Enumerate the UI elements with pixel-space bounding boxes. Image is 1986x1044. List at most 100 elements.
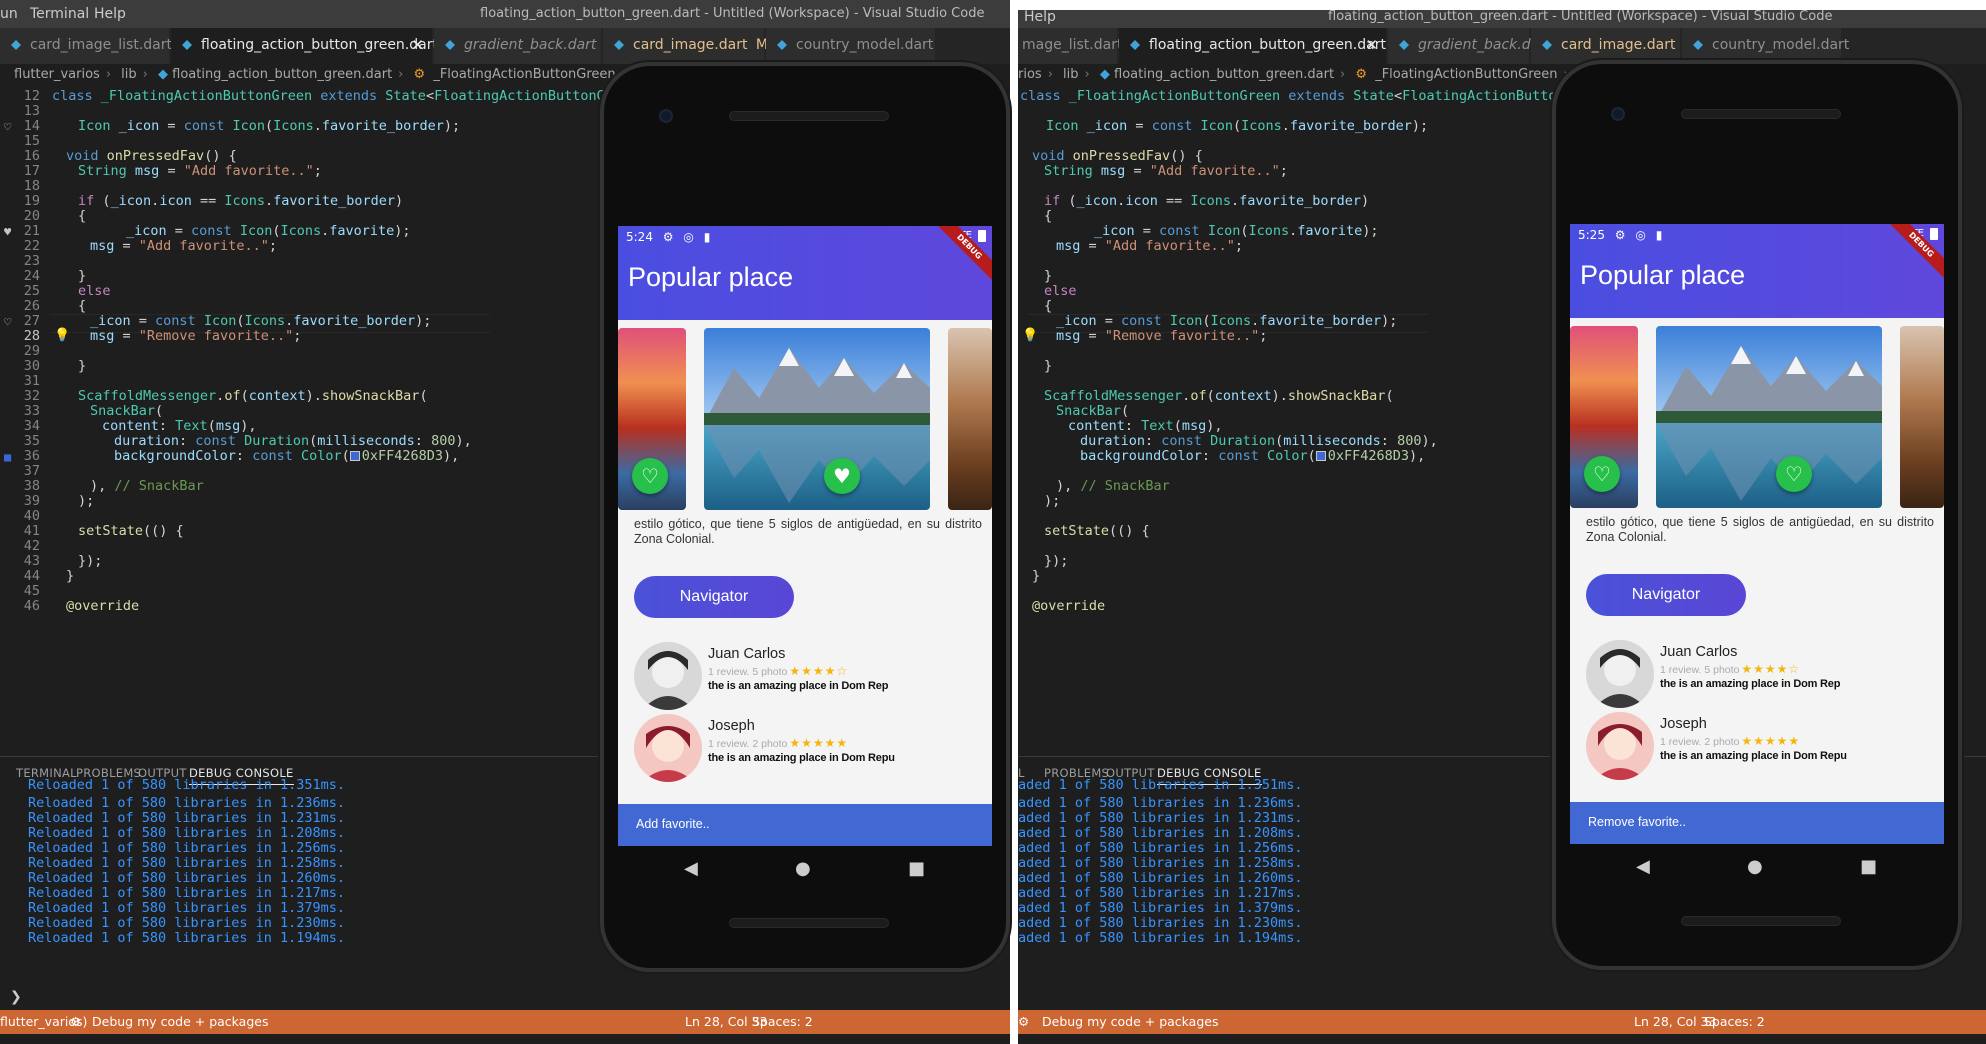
reviewer-name: Joseph bbox=[708, 718, 755, 734]
favorite-fab-button[interactable]: ♡ bbox=[1776, 456, 1812, 492]
home-icon[interactable]: ● bbox=[1747, 856, 1763, 877]
debug-icon: ⚙ bbox=[70, 1014, 82, 1029]
tab-floating-action-button-green[interactable]: floating_action_button_green.dart U ✕ bbox=[171, 28, 457, 64]
console-line: aded 1 of 580 libraries in 1.236ms. bbox=[1018, 795, 1303, 811]
settings-icon: ⚙ bbox=[662, 230, 674, 244]
console-line: aded 1 of 580 libraries in 1.231ms. bbox=[1018, 810, 1303, 826]
sd-card-icon: ▮ bbox=[703, 230, 711, 244]
review-meta: 1 review. 5 photo ★★★★☆ bbox=[1660, 662, 1801, 676]
console-line: Reloaded 1 of 580 libraries in 1.217ms. bbox=[28, 885, 345, 901]
favorite-fab-button[interactable]: ♡ bbox=[632, 458, 668, 494]
tab-card-image-list[interactable]: mage_list.dart bbox=[1018, 28, 1122, 64]
console-line: Reloaded 1 of 580 libraries in 1.230ms. bbox=[28, 915, 345, 931]
page-title: Popular place bbox=[1580, 260, 1746, 290]
favorite-fab-button[interactable]: ♡ bbox=[1584, 456, 1620, 492]
console-line: aded 1 of 580 libraries in 1.208ms. bbox=[1018, 825, 1303, 841]
breadcrumb-class[interactable]: _FloatingActionButtonGreen bbox=[433, 67, 615, 82]
navigator-button[interactable]: Navigator bbox=[1586, 574, 1746, 616]
menu-bar: Help floating_action_button_green.dart -… bbox=[1018, 10, 1986, 28]
favorite-fab-button[interactable]: ♥ bbox=[824, 458, 860, 494]
status-indentation[interactable]: Spaces: 2 bbox=[1704, 1014, 1765, 1029]
battery-icon bbox=[978, 230, 986, 242]
earpiece-speaker bbox=[729, 111, 889, 121]
tab-country-model[interactable]: country_model.dart bbox=[766, 28, 936, 64]
status-debug-config[interactable]: Debug my code + packages bbox=[1042, 1014, 1218, 1029]
console-line: Reloaded 1 of 580 libraries in 1.379ms. bbox=[28, 900, 345, 916]
review-item: Juan Carlos 1 review. 5 photo ★★★★☆ the i… bbox=[634, 642, 984, 714]
recents-icon[interactable]: ■ bbox=[908, 858, 925, 879]
color-swatch[interactable] bbox=[1315, 451, 1326, 461]
console-line: aded 1 of 580 libraries in 1.194ms. bbox=[1018, 930, 1303, 946]
lightbulb-icon[interactable]: 💡 bbox=[1022, 328, 1038, 343]
console-line: aded 1 of 580 libraries in 1.260ms. bbox=[1018, 870, 1303, 886]
avatar bbox=[1586, 712, 1654, 780]
console-line: Reloaded 1 of 580 libraries in 1.256ms. bbox=[28, 840, 345, 856]
menu-terminal[interactable]: Terminal bbox=[30, 6, 89, 22]
review-item: Juan Carlos 1 review. 5 photo ★★★★☆ the i… bbox=[1586, 640, 1936, 712]
breadcrumb-file[interactable]: floating_action_button_green.dart bbox=[172, 67, 392, 82]
snackbar: Remove favorite.. bbox=[1570, 802, 1944, 844]
tab-country-model[interactable]: country_model.dart bbox=[1682, 28, 1849, 64]
console-line: Reloaded 1 of 580 libraries in 1.194ms. bbox=[28, 930, 345, 946]
breadcrumb-file[interactable]: floating_action_button_green.dart bbox=[1114, 67, 1334, 82]
home-icon[interactable]: ● bbox=[795, 858, 811, 879]
tab-card-image[interactable]: card_image.dart M bbox=[603, 28, 768, 64]
breadcrumb-class[interactable]: _FloatingActionButtonGreen bbox=[1375, 67, 1557, 82]
console-line: Reloaded 1 of 580 libraries in 1.236ms. bbox=[28, 795, 345, 811]
star-rating: ★★★★☆ bbox=[789, 664, 849, 678]
tab-card-image-list[interactable]: card_image_list.dart bbox=[0, 28, 172, 64]
app-screen: 5:24 ⚙ ◎ ▮ LTE DEBUG Popular place bbox=[618, 226, 992, 846]
review-item: Joseph 1 review. 2 photo ★★★★★ the is an … bbox=[634, 714, 984, 786]
window-title: floating_action_button_green.dart - Unti… bbox=[480, 6, 985, 21]
back-icon[interactable]: ◀ bbox=[684, 858, 698, 879]
status-debug-config[interactable]: Debug my code + packages bbox=[92, 1014, 268, 1029]
tab-gradient-back[interactable]: gradient_back.dart bbox=[434, 28, 602, 64]
place-card-image[interactable] bbox=[948, 328, 992, 510]
breadcrumb-folder[interactable]: flutter_varios bbox=[14, 67, 100, 82]
class-icon: ⚙ bbox=[1355, 67, 1368, 82]
console-line: Reloaded 1 of 580 libraries in 1.351ms. bbox=[28, 777, 345, 793]
status-time: 5:24 bbox=[626, 230, 653, 244]
dart-file-icon: ◆ bbox=[1099, 67, 1110, 82]
place-card-image[interactable] bbox=[704, 328, 930, 510]
menu-help[interactable]: Help bbox=[1024, 10, 1056, 25]
console-prompt[interactable]: ❯ bbox=[10, 989, 22, 1005]
console-line: Reloaded 1 of 580 libraries in 1.231ms. bbox=[28, 810, 345, 826]
mountain-lake-image bbox=[704, 328, 930, 510]
place-carousel[interactable]: ♡ ♥ bbox=[618, 320, 992, 514]
breadcrumb-lib[interactable]: lib bbox=[121, 67, 136, 82]
review-meta: 1 review. 2 photo ★★★★★ bbox=[1660, 734, 1801, 748]
navigator-button[interactable]: Navigator bbox=[634, 576, 794, 618]
menu-run[interactable]: un bbox=[0, 6, 18, 22]
console-line: aded 1 of 580 libraries in 1.258ms. bbox=[1018, 855, 1303, 871]
status-bar: flutter_varios) ⚙ Debug my code + packag… bbox=[0, 1010, 1010, 1034]
avatar bbox=[1586, 640, 1654, 708]
avatar bbox=[634, 642, 702, 710]
lightbulb-icon[interactable]: 💡 bbox=[54, 328, 70, 343]
snackbar: Add favorite.. bbox=[618, 804, 992, 846]
place-card-image[interactable] bbox=[1656, 326, 1882, 508]
class-icon: ⚙ bbox=[413, 67, 426, 82]
review-comment: the is an amazing place in Dom Rep bbox=[708, 680, 889, 692]
breadcrumb-folder[interactable]: rios bbox=[1018, 67, 1042, 82]
reviewer-name: Juan Carlos bbox=[708, 646, 786, 662]
place-carousel[interactable]: ♡ ♡ bbox=[1570, 318, 1944, 512]
tab-gradient-back[interactable]: gradient_back.dart bbox=[1388, 28, 1550, 64]
color-swatch[interactable] bbox=[349, 451, 360, 461]
menu-help[interactable]: Help bbox=[94, 6, 126, 22]
tab-card-image[interactable]: card_image.dart M bbox=[1531, 28, 1696, 64]
back-icon[interactable]: ◀ bbox=[1636, 856, 1650, 877]
android-status-bar: 5:25 ⚙ ◎ ▮ bbox=[1578, 228, 1668, 242]
recents-icon[interactable]: ■ bbox=[1860, 856, 1877, 877]
place-card-image[interactable] bbox=[1900, 326, 1944, 508]
page-title: Popular place bbox=[628, 262, 794, 292]
status-indentation[interactable]: Spaces: 2 bbox=[752, 1014, 813, 1029]
close-icon[interactable]: ✕ bbox=[411, 36, 424, 54]
battery-icon bbox=[1930, 228, 1938, 240]
place-description: estilo gótico, que tiene 5 siglos de ant… bbox=[634, 517, 982, 546]
close-icon[interactable]: ✕ bbox=[1365, 36, 1378, 54]
place-description: estilo gótico, que tiene 5 siglos de ant… bbox=[1586, 515, 1934, 544]
breadcrumb-lib[interactable]: lib bbox=[1063, 67, 1078, 82]
tab-floating-action-button-green[interactable]: floating_action_button_green.dart U ✕ bbox=[1119, 28, 1405, 64]
console-line: aded 1 of 580 libraries in 1.217ms. bbox=[1018, 885, 1303, 901]
